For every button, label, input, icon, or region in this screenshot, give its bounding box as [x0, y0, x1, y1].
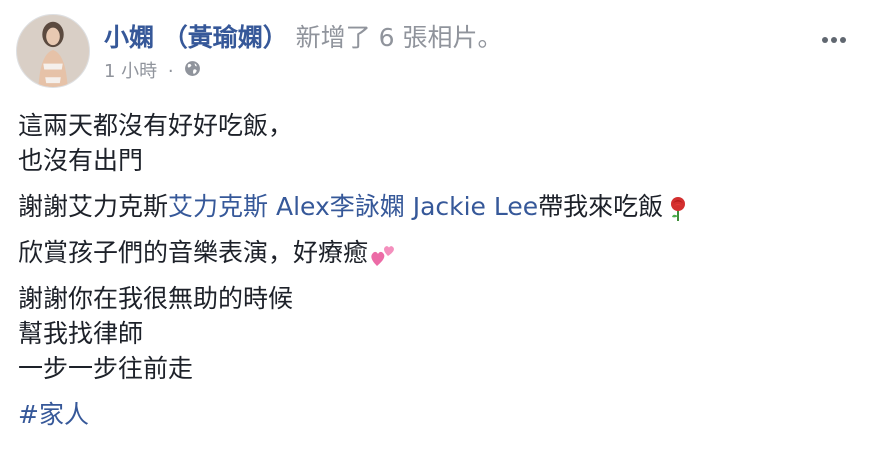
paragraph-2: 謝謝艾力克斯艾力克斯 Alex李詠嫻 Jackie Lee帶我來吃飯: [18, 189, 848, 224]
post-text-line: 謝謝艾力克斯艾力克斯 Alex李詠嫻 Jackie Lee帶我來吃飯: [18, 189, 848, 224]
globe-icon[interactable]: [184, 60, 201, 84]
post-text-line: 謝謝你在我很無助的時候: [18, 284, 294, 313]
tagged-user-jackie[interactable]: 李詠嫻 Jackie Lee: [330, 192, 538, 221]
paragraph-5: #家人: [18, 397, 848, 432]
post-action-text: 新增了 6 張相片。: [295, 23, 503, 52]
post-text-line: 一步一步往前走: [18, 354, 194, 383]
more-options-icon[interactable]: [822, 28, 850, 43]
profile-avatar[interactable]: [16, 14, 90, 88]
post-meta: 1 小時 ·: [104, 60, 201, 84]
avatar-image: [17, 15, 89, 87]
tagged-user-alex[interactable]: 艾力克斯 Alex: [168, 192, 330, 221]
timestamp-link[interactable]: 1 小時: [104, 60, 157, 84]
post-text-line: 欣賞孩子們的音樂表演，好療癒: [18, 235, 848, 270]
post-text-line: 這兩天都沒有好好吃飯，: [18, 111, 294, 140]
hashtag-link[interactable]: #家人: [18, 397, 848, 432]
post-text-line: 也沒有出門: [18, 146, 144, 175]
post-header: 小嫻 （黃瑜嫻） 新增了 6 張相片。 1 小時 ·: [16, 14, 856, 94]
post-body: 這兩天都沒有好好吃飯， 也沒有出門 謝謝艾力克斯艾力克斯 Alex李詠嫻 Jac…: [18, 108, 848, 443]
dinner-text: 帶我來吃飯: [538, 192, 664, 221]
post-text-line: 幫我找律師: [18, 319, 144, 348]
paragraph-3: 欣賞孩子們的音樂表演，好療癒: [18, 235, 848, 270]
music-text: 欣賞孩子們的音樂表演，好療癒: [18, 238, 369, 267]
meta-separator: ·: [167, 61, 174, 82]
author-name-link[interactable]: 小嫻 （黃瑜嫻）: [104, 23, 288, 52]
paragraph-1: 這兩天都沒有好好吃飯， 也沒有出門: [18, 108, 848, 178]
paragraph-4: 謝謝你在我很無助的時候 幫我找律師 一步一步往前走: [18, 281, 848, 386]
two-hearts-emoji: [371, 246, 394, 266]
post-title-line: 小嫻 （黃瑜嫻） 新增了 6 張相片。: [104, 20, 502, 56]
rose-emoji: [671, 197, 686, 221]
thanks-text: 謝謝艾力克斯: [18, 192, 169, 221]
